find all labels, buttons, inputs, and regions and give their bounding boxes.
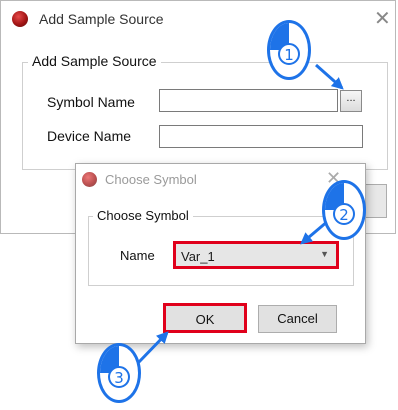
dialog-title: Add Sample Source <box>39 11 164 27</box>
name-label: Name <box>120 248 155 263</box>
device-name-field[interactable] <box>159 125 363 148</box>
add-sample-source-group <box>22 62 388 170</box>
choose-dialog-title: Choose Symbol <box>105 172 197 187</box>
step-2-number: 2 <box>333 202 355 225</box>
symbol-name-field[interactable] <box>159 89 338 112</box>
chevron-down-icon: ▼ <box>320 249 329 259</box>
name-value: Var_1 <box>181 249 215 264</box>
device-name-label: Device Name <box>47 128 132 144</box>
step-1-number: 1 <box>278 42 300 65</box>
ok-button[interactable]: OK <box>163 303 247 333</box>
name-dropdown[interactable]: Var_1 ▼ <box>173 241 339 269</box>
choose-symbol-dialog: Choose Symbol ✕ Choose Symbol Name Var_1… <box>75 163 366 344</box>
browse-button[interactable]: ... <box>340 90 362 112</box>
symbol-name-label: Symbol Name <box>47 94 135 110</box>
main-dialog-button[interactable] <box>365 184 387 218</box>
step-1-badge: 1 <box>267 20 311 80</box>
app-logo-icon <box>82 172 97 187</box>
step-3-number: 3 <box>108 365 130 388</box>
group-title: Add Sample Source <box>28 53 161 69</box>
step-2-badge: 2 <box>322 180 366 240</box>
app-logo-icon <box>12 11 28 27</box>
cancel-button[interactable]: Cancel <box>258 305 337 333</box>
group-title: Choose Symbol <box>93 208 193 223</box>
close-icon[interactable]: ✕ <box>374 9 391 29</box>
step-3-badge: 3 <box>97 343 141 403</box>
